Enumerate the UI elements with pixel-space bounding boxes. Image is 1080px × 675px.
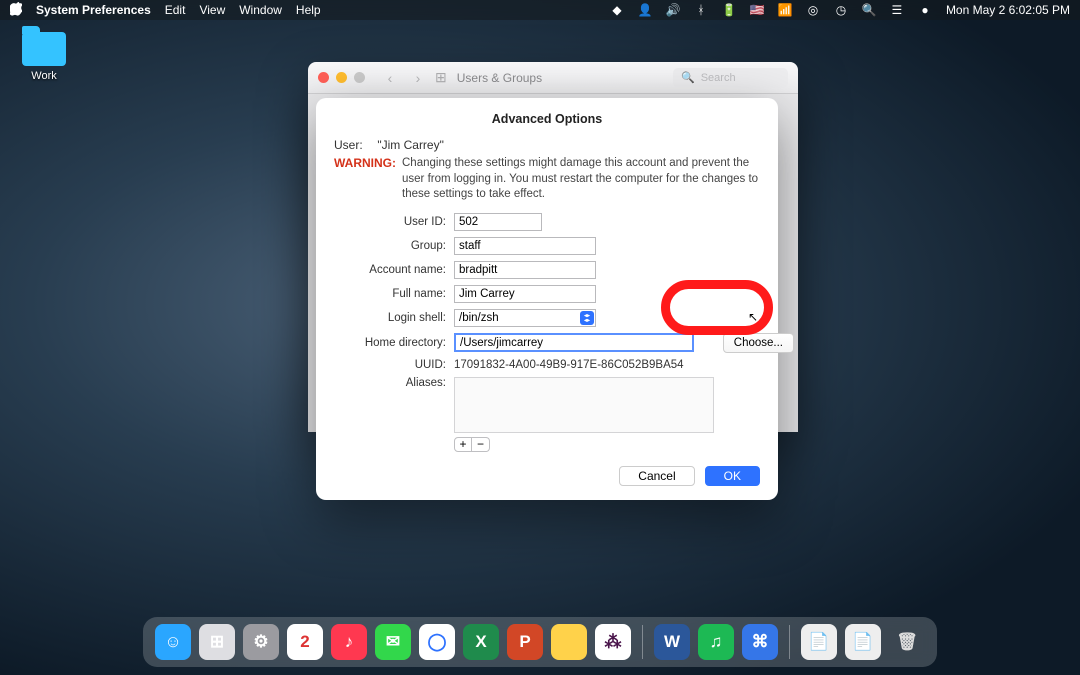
label-account-name: Account name: bbox=[334, 264, 454, 276]
chevron-down-icon[interactable] bbox=[580, 311, 594, 325]
dock-separator bbox=[642, 625, 643, 659]
dock-app-excel[interactable]: X bbox=[463, 624, 499, 660]
zoom-icon[interactable] bbox=[354, 72, 365, 83]
dock-app-calendar[interactable]: 2 bbox=[287, 624, 323, 660]
flag-icon[interactable]: 🇺🇸 bbox=[750, 3, 764, 17]
menubar-clock[interactable]: Mon May 2 6:02:05 PM bbox=[946, 3, 1070, 17]
dock-app-chrome[interactable]: ◯ bbox=[419, 624, 455, 660]
forward-button[interactable]: › bbox=[407, 70, 429, 86]
back-button[interactable]: ‹ bbox=[379, 70, 401, 86]
add-alias-button[interactable]: + bbox=[454, 437, 472, 452]
search-placeholder: Search bbox=[701, 72, 736, 84]
bluetooth-icon[interactable]: ᚼ bbox=[694, 3, 708, 17]
label-uuid: UUID: bbox=[334, 359, 454, 371]
sheet-title: Advanced Options bbox=[334, 112, 760, 126]
menu-view[interactable]: View bbox=[199, 3, 225, 17]
dock-app-settings[interactable]: ⚙ bbox=[243, 624, 279, 660]
app-name[interactable]: System Preferences bbox=[36, 3, 151, 17]
titlebar: ‹ › ⊞ Users & Groups 🔍 Search bbox=[308, 62, 798, 94]
dock-separator bbox=[789, 625, 790, 659]
dock-app-word[interactable]: W bbox=[654, 624, 690, 660]
input-full-name[interactable] bbox=[454, 285, 596, 303]
input-home-directory[interactable] bbox=[454, 333, 694, 352]
label-home-directory: Home directory: bbox=[334, 337, 454, 349]
label-user-id: User ID: bbox=[334, 216, 454, 228]
label-aliases: Aliases: bbox=[334, 377, 454, 389]
menu-edit[interactable]: Edit bbox=[165, 3, 186, 17]
label-full-name: Full name: bbox=[334, 288, 454, 300]
clock-icon[interactable]: ◷ bbox=[834, 3, 848, 17]
control-center-icon[interactable]: ☰ bbox=[890, 3, 904, 17]
search-icon: 🔍 bbox=[681, 71, 695, 84]
dock-app-slack[interactable]: ⁂ bbox=[595, 624, 631, 660]
advanced-options-sheet: Advanced Options User: "Jim Carrey" WARN… bbox=[316, 98, 778, 500]
menu-help[interactable]: Help bbox=[296, 3, 321, 17]
menu-window[interactable]: Window bbox=[239, 3, 282, 17]
dock-app-powerpoint[interactable]: P bbox=[507, 624, 543, 660]
cursor-icon: ↖ bbox=[748, 310, 758, 324]
dock-app-notes[interactable] bbox=[551, 624, 587, 660]
wifi-icon[interactable]: 📶 bbox=[778, 3, 792, 17]
dock-app-spotify[interactable]: ♫ bbox=[698, 624, 734, 660]
grid-icon[interactable]: ⊞ bbox=[435, 69, 447, 86]
folder-label: Work bbox=[16, 70, 72, 82]
search-field[interactable]: 🔍 Search bbox=[673, 68, 788, 88]
dock-app-launchpad[interactable]: ⊞ bbox=[199, 624, 235, 660]
window-title: Users & Groups bbox=[457, 71, 542, 85]
user-label: User: bbox=[334, 138, 374, 152]
choose-button[interactable]: Choose... bbox=[723, 333, 794, 353]
input-login-shell[interactable] bbox=[454, 309, 596, 327]
ok-button[interactable]: OK bbox=[705, 466, 760, 486]
uuid-value: 17091832-4A00-49B9-917E-86C052B9BA54 bbox=[454, 359, 714, 371]
input-account-name[interactable] bbox=[454, 261, 596, 279]
cancel-button[interactable]: Cancel bbox=[619, 466, 694, 486]
siri-icon[interactable]: ● bbox=[918, 3, 932, 17]
dock-app-doc1[interactable]: 📄 bbox=[801, 624, 837, 660]
search-icon[interactable]: 🔍 bbox=[862, 3, 876, 17]
battery-icon[interactable]: 🔋 bbox=[722, 3, 736, 17]
input-group[interactable] bbox=[454, 237, 596, 255]
desktop-folder-work[interactable]: Work bbox=[16, 32, 72, 82]
dock-app-doc2[interactable]: 📄 bbox=[845, 624, 881, 660]
dock-app-music[interactable]: ♪ bbox=[331, 624, 367, 660]
dock-app-app[interactable]: ⌘ bbox=[742, 624, 778, 660]
folder-icon bbox=[22, 32, 66, 66]
aliases-list[interactable] bbox=[454, 377, 714, 433]
location-icon[interactable]: ◎ bbox=[806, 3, 820, 17]
input-user-id[interactable] bbox=[454, 213, 542, 231]
close-icon[interactable] bbox=[318, 72, 329, 83]
remove-alias-button[interactable]: − bbox=[472, 437, 490, 452]
dock-app-finder[interactable]: ☺ bbox=[155, 624, 191, 660]
user-value: "Jim Carrey" bbox=[377, 138, 444, 152]
label-login-shell: Login shell: bbox=[334, 312, 454, 324]
dock-app-trash[interactable]: 🗑 bbox=[889, 624, 925, 660]
dropbox-icon[interactable]: ◆ bbox=[610, 3, 624, 17]
minimize-icon[interactable] bbox=[336, 72, 347, 83]
dock-app-messages[interactable]: ✉ bbox=[375, 624, 411, 660]
warning-label: WARNING: bbox=[334, 156, 396, 203]
user-icon[interactable]: 👤 bbox=[638, 3, 652, 17]
menubar: System Preferences Edit View Window Help… bbox=[0, 0, 1080, 20]
dock: ☺⊞⚙2♪✉◯XP⁂W♫⌘📄📄🗑 bbox=[143, 617, 937, 667]
apple-icon[interactable] bbox=[10, 2, 22, 19]
warning-text: Changing these settings might damage thi… bbox=[402, 156, 760, 203]
label-group: Group: bbox=[334, 240, 454, 252]
traffic-lights[interactable] bbox=[318, 72, 365, 83]
volume-icon[interactable]: 🔊 bbox=[666, 3, 680, 17]
